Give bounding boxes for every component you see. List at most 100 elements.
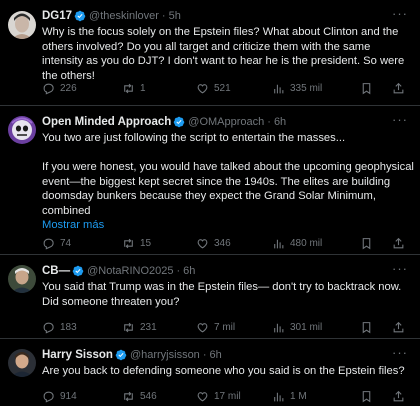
bookmark-button[interactable] bbox=[360, 321, 373, 334]
share-button[interactable] bbox=[392, 390, 405, 403]
tweet-text: Are you back to defending someone who yo… bbox=[42, 364, 414, 379]
heart-icon bbox=[197, 322, 208, 332]
reply-button[interactable]: 226 bbox=[42, 82, 77, 95]
share-icon bbox=[393, 237, 404, 248]
tweet-paragraph: You said that Trump was in the Epstein f… bbox=[42, 281, 402, 308]
share-icon bbox=[393, 321, 404, 332]
user-handle[interactable]: @harryjsisson bbox=[130, 349, 200, 361]
views-button[interactable]: 1 M bbox=[272, 390, 307, 403]
share-button[interactable] bbox=[392, 237, 405, 250]
avatar-image bbox=[8, 11, 36, 39]
reply-icon bbox=[43, 322, 54, 333]
like-button[interactable]: 7 mil bbox=[196, 321, 235, 334]
timestamp[interactable]: 6h bbox=[183, 265, 195, 277]
timestamp[interactable]: 5h bbox=[169, 10, 181, 22]
like-count: 346 bbox=[214, 237, 231, 249]
views-icon bbox=[274, 392, 284, 401]
more-icon[interactable]: ··· bbox=[392, 6, 408, 21]
retweet-icon bbox=[124, 391, 133, 401]
tweet-text: Why is the focus solely on the Epstein f… bbox=[42, 25, 414, 83]
views-icon bbox=[274, 84, 284, 93]
views-icon bbox=[274, 239, 284, 248]
separator-dot: · bbox=[176, 265, 181, 277]
user-handle[interactable]: @NotaRINO2025 bbox=[87, 265, 173, 277]
bookmark-icon bbox=[362, 82, 371, 94]
avatar[interactable] bbox=[8, 116, 36, 144]
retweet-count: 1 bbox=[140, 82, 146, 94]
retweet-button[interactable]: 231 bbox=[122, 321, 157, 334]
like-button[interactable]: 346 bbox=[196, 237, 231, 250]
heart-icon bbox=[197, 83, 208, 93]
avatar[interactable] bbox=[8, 349, 36, 377]
reply-button[interactable]: 914 bbox=[42, 390, 77, 403]
reply-count: 74 bbox=[60, 237, 72, 249]
avatar-image bbox=[8, 116, 36, 144]
bookmark-icon bbox=[362, 321, 371, 333]
bookmark-icon bbox=[362, 237, 371, 249]
tweet[interactable]: Harry Sisson @harryjsisson · 6h ··· Are … bbox=[0, 339, 420, 406]
avatar-image bbox=[8, 349, 36, 377]
tweet-paragraph: Are you back to defending someone who yo… bbox=[42, 365, 405, 377]
tweet-paragraph: If you were honest, you would have talke… bbox=[42, 161, 414, 217]
tweet-header: Open Minded Approach @OMApproach · 6h bbox=[42, 114, 414, 130]
reply-button[interactable]: 74 bbox=[42, 237, 71, 250]
display-name[interactable]: Harry Sisson bbox=[42, 349, 113, 361]
retweet-button[interactable]: 1 bbox=[122, 82, 146, 95]
tweet[interactable]: DG17 @theskinlover · 5h ··· Why is the f… bbox=[0, 0, 420, 106]
like-button[interactable]: 17 mil bbox=[196, 390, 241, 403]
views-count: 1 M bbox=[290, 390, 307, 402]
reply-icon bbox=[43, 238, 54, 249]
retweet-count: 546 bbox=[140, 390, 157, 402]
retweet-icon bbox=[124, 83, 133, 93]
user-handle[interactable]: @theskinlover bbox=[89, 10, 159, 22]
display-name[interactable]: CB— bbox=[42, 265, 70, 277]
tweet[interactable]: Open Minded Approach @OMApproach · 6h ··… bbox=[0, 106, 420, 255]
reply-button[interactable]: 183 bbox=[42, 321, 77, 334]
tweet-header: Harry Sisson @harryjsisson · 6h bbox=[42, 347, 414, 363]
separator-dot: · bbox=[267, 116, 271, 128]
tweet[interactable]: CB— @NotaRINO2025 · 6h ··· You said that… bbox=[0, 255, 420, 339]
views-count: 301 mil bbox=[290, 321, 323, 333]
avatar-image bbox=[8, 265, 36, 293]
views-button[interactable]: 301 mil bbox=[272, 321, 322, 334]
reply-count: 914 bbox=[60, 390, 77, 402]
avatar[interactable] bbox=[8, 265, 36, 293]
timestamp[interactable]: 6h bbox=[274, 116, 286, 128]
bookmark-button[interactable] bbox=[360, 82, 373, 95]
tweet-text: You said that Trump was in the Epstein f… bbox=[42, 280, 414, 309]
views-button[interactable]: 335 mil bbox=[272, 82, 322, 95]
more-icon[interactable]: ··· bbox=[392, 112, 408, 127]
views-button[interactable]: 480 mil bbox=[272, 237, 322, 250]
tweet-text: You two are just following the script to… bbox=[42, 131, 414, 218]
more-icon[interactable]: ··· bbox=[392, 261, 408, 276]
display-name[interactable]: DG17 bbox=[42, 10, 72, 22]
tweet-header: DG17 @theskinlover · 5h bbox=[42, 8, 414, 24]
more-icon[interactable]: ··· bbox=[392, 345, 408, 360]
retweet-count: 231 bbox=[140, 321, 157, 333]
share-icon bbox=[393, 82, 404, 93]
display-name[interactable]: Open Minded Approach bbox=[42, 116, 171, 128]
views-count: 335 mil bbox=[290, 82, 323, 94]
timestamp[interactable]: 6h bbox=[209, 349, 221, 361]
show-more-link[interactable]: Mostrar más bbox=[42, 218, 414, 232]
tweet-paragraph: Why is the focus solely on the Epstein f… bbox=[42, 26, 405, 82]
avatar[interactable] bbox=[8, 11, 36, 39]
separator-dot: · bbox=[161, 10, 166, 22]
retweet-button[interactable]: 546 bbox=[122, 390, 157, 403]
bookmark-button[interactable] bbox=[360, 237, 373, 250]
retweet-icon bbox=[124, 238, 133, 248]
retweet-button[interactable]: 15 bbox=[122, 237, 151, 250]
tweet-header: CB— @NotaRINO2025 · 6h bbox=[42, 263, 414, 279]
separator-dot: · bbox=[202, 349, 207, 361]
verified-badge-icon bbox=[115, 349, 127, 361]
action-bar: 914 546 17 mil 1 M bbox=[42, 388, 414, 404]
bookmark-button[interactable] bbox=[360, 390, 373, 403]
user-handle[interactable]: @OMApproach bbox=[188, 116, 264, 128]
retweet-count: 15 bbox=[140, 237, 152, 249]
share-button[interactable] bbox=[392, 321, 405, 334]
like-button[interactable]: 521 bbox=[196, 82, 231, 95]
verified-badge-icon bbox=[173, 116, 185, 128]
action-bar: 74 15 346 480 mil bbox=[42, 235, 414, 251]
share-button[interactable] bbox=[392, 82, 405, 95]
verified-badge-icon bbox=[74, 10, 86, 22]
